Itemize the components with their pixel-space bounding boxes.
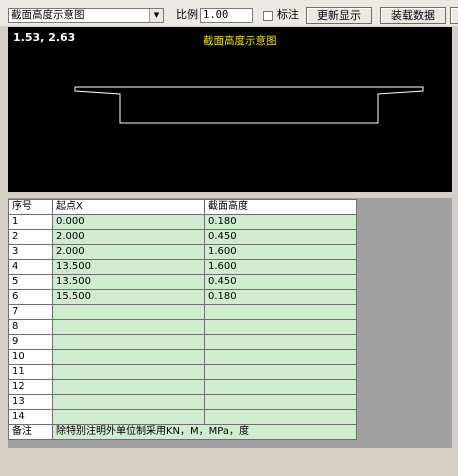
table-row: 8	[8, 319, 357, 335]
table-row: 14	[8, 409, 357, 425]
row-index: 1	[8, 214, 53, 230]
start-x-cell[interactable]	[52, 364, 205, 380]
height-cell[interactable]: 0.180	[204, 289, 357, 305]
view-select-value: 截面高度示意图	[11, 9, 85, 21]
row-index: 4	[8, 259, 53, 275]
note-row: 备注 除特别注明外单位制采用KN，M，MPa，度	[8, 424, 357, 440]
row-index: 3	[8, 244, 53, 260]
start-x-cell[interactable]	[52, 394, 205, 410]
start-x-cell[interactable]: 13.500	[52, 259, 205, 275]
refresh-button[interactable]: 更新显示	[306, 7, 372, 24]
section-outline-drawing	[74, 86, 424, 124]
height-cell[interactable]	[204, 319, 357, 335]
row-index: 2	[8, 229, 53, 245]
section-canvas[interactable]: 1.53, 2.63 截面高度示意图	[8, 27, 452, 192]
table-row: 7	[8, 304, 357, 320]
annotate-label: 标注	[277, 8, 299, 21]
table-row: 2 2.000 0.450	[8, 229, 357, 245]
scale-input-value: 1.00	[203, 9, 229, 21]
height-cell[interactable]	[204, 349, 357, 365]
section-outline	[74, 86, 424, 124]
section-table: 序号 起点X 截面高度 1 0.000 0.180 2 2.000 0.450 …	[8, 199, 357, 440]
annotate-checkbox[interactable]	[263, 11, 273, 21]
start-x-cell[interactable]	[52, 379, 205, 395]
start-x-cell[interactable]	[52, 409, 205, 425]
row-index: 11	[8, 364, 53, 380]
table-row: 4 13.500 1.600	[8, 259, 357, 275]
height-cell[interactable]	[204, 364, 357, 380]
start-x-cell[interactable]	[52, 304, 205, 320]
table-row: 1 0.000 0.180	[8, 214, 357, 230]
height-cell[interactable]	[204, 304, 357, 320]
toolbar: 截面高度示意图 ▼ 比例 1.00 标注 更新显示 装载数据	[0, 0, 458, 26]
chevron-down-icon[interactable]: ▼	[149, 9, 163, 22]
row-index: 9	[8, 334, 53, 350]
row-index: 7	[8, 304, 53, 320]
height-cell[interactable]: 0.450	[204, 274, 357, 290]
table-header-row: 序号 起点X 截面高度	[8, 199, 357, 215]
height-cell[interactable]	[204, 379, 357, 395]
scale-input[interactable]: 1.00	[200, 8, 253, 23]
scale-label: 比例	[176, 8, 198, 21]
table-row: 5 13.500 0.450	[8, 274, 357, 290]
note-label: 备注	[8, 424, 53, 440]
header-section-height: 截面高度	[204, 199, 357, 215]
table-row: 6 15.500 0.180	[8, 289, 357, 305]
header-start-x: 起点X	[52, 199, 205, 215]
overflow-button[interactable]	[450, 7, 458, 24]
height-cell[interactable]	[204, 394, 357, 410]
start-x-cell[interactable]	[52, 349, 205, 365]
row-index: 5	[8, 274, 53, 290]
start-x-cell[interactable]: 15.500	[52, 289, 205, 305]
start-x-cell[interactable]: 2.000	[52, 229, 205, 245]
table-row: 9	[8, 334, 357, 350]
height-cell[interactable]: 1.600	[204, 244, 357, 260]
height-cell[interactable]: 1.600	[204, 259, 357, 275]
height-cell[interactable]: 0.450	[204, 229, 357, 245]
row-index: 8	[8, 319, 53, 335]
start-x-cell[interactable]	[52, 319, 205, 335]
height-cell[interactable]: 0.180	[204, 214, 357, 230]
start-x-cell[interactable]: 0.000	[52, 214, 205, 230]
height-cell[interactable]	[204, 334, 357, 350]
height-cell[interactable]	[204, 409, 357, 425]
header-index: 序号	[8, 199, 53, 215]
start-x-cell[interactable]	[52, 334, 205, 350]
table-row: 3 2.000 1.600	[8, 244, 357, 260]
row-index: 10	[8, 349, 53, 365]
table-row: 12	[8, 379, 357, 395]
load-data-button[interactable]: 装载数据	[380, 7, 446, 24]
row-index: 12	[8, 379, 53, 395]
table-row: 10	[8, 349, 357, 365]
row-index: 14	[8, 409, 53, 425]
table-row: 11	[8, 364, 357, 380]
row-index: 6	[8, 289, 53, 305]
start-x-cell[interactable]: 2.000	[52, 244, 205, 260]
table-row: 13	[8, 394, 357, 410]
start-x-cell[interactable]: 13.500	[52, 274, 205, 290]
row-index: 13	[8, 394, 53, 410]
status-strip	[0, 459, 458, 476]
view-select[interactable]: 截面高度示意图 ▼	[8, 8, 164, 23]
note-text: 除特别注明外单位制采用KN，M，MPa，度	[52, 424, 357, 440]
